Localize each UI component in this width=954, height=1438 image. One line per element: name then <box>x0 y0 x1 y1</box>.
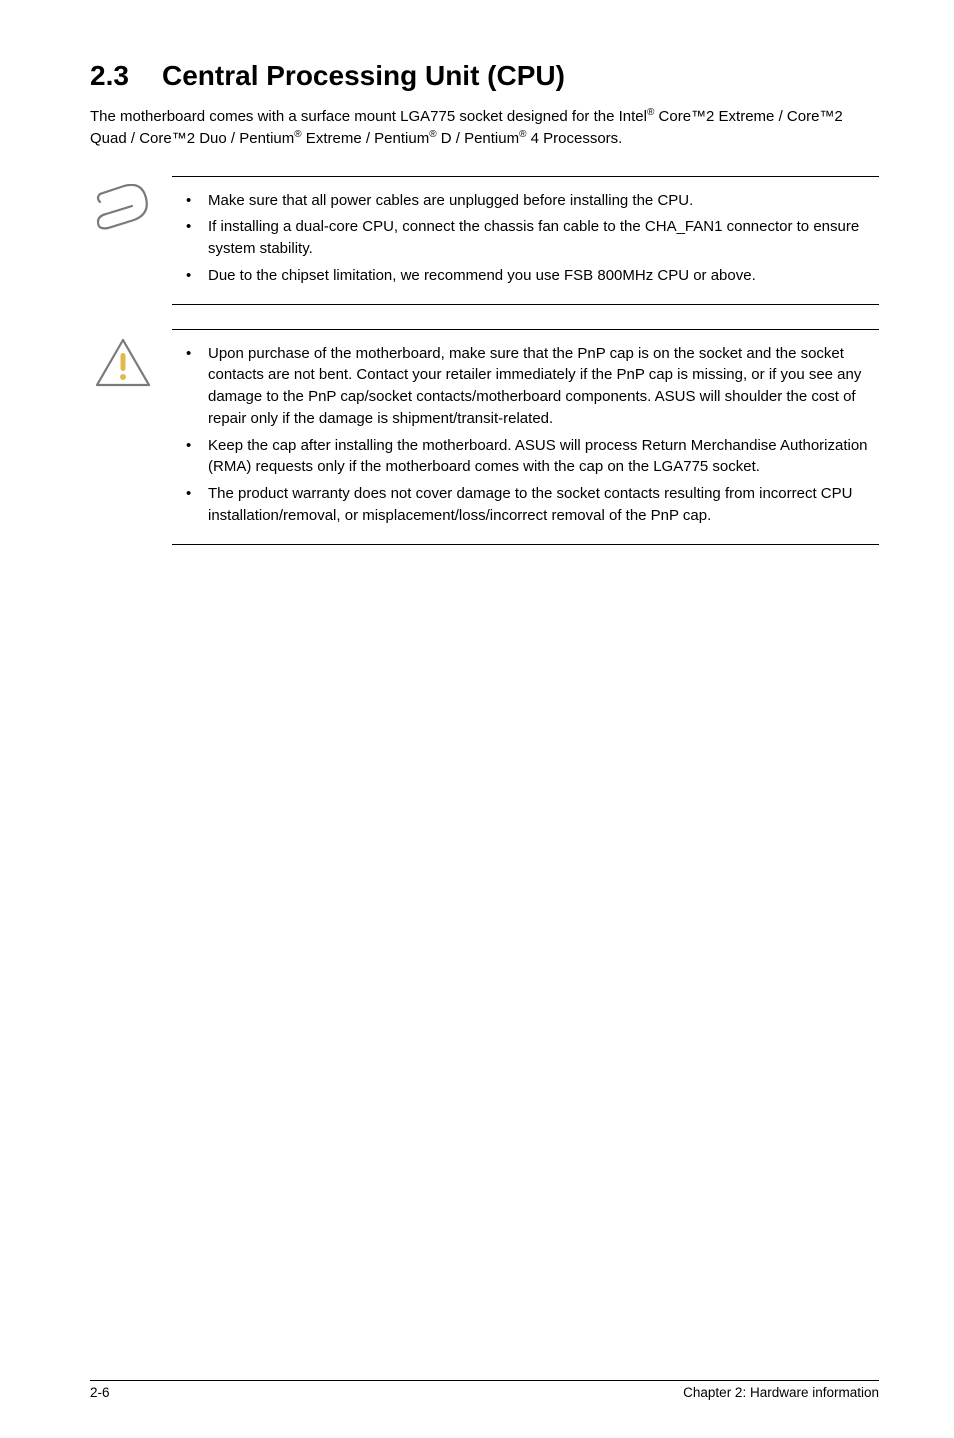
list-item: Make sure that all power cables are unpl… <box>172 190 879 212</box>
reg-mark: ® <box>429 129 436 140</box>
paperclip-icon <box>94 176 172 232</box>
section-number: 2.3 <box>90 60 162 92</box>
list-item: Upon purchase of the motherboard, make s… <box>172 343 879 430</box>
intro-text: Extreme / Pentium <box>302 130 430 147</box>
chapter-label: Chapter 2: Hardware information <box>683 1385 879 1400</box>
list-item: If installing a dual-core CPU, connect t… <box>172 216 879 260</box>
intro-text: 4 Processors. <box>526 130 622 147</box>
note-content: Make sure that all power cables are unpl… <box>172 176 879 305</box>
caution-note-box: Upon purchase of the motherboard, make s… <box>90 329 879 545</box>
page-number: 2-6 <box>90 1385 110 1400</box>
list-item: Keep the cap after installing the mother… <box>172 435 879 479</box>
intro-text: The motherboard comes with a surface mou… <box>90 108 647 125</box>
reg-mark: ® <box>294 129 301 140</box>
page-footer: 2-6 Chapter 2: Hardware information <box>90 1380 879 1400</box>
section-title: Central Processing Unit (CPU) <box>162 60 565 91</box>
section-heading: 2.3Central Processing Unit (CPU) <box>90 60 879 92</box>
info-note-box: Make sure that all power cables are unpl… <box>90 176 879 305</box>
note-content: Upon purchase of the motherboard, make s… <box>172 329 879 545</box>
intro-paragraph: The motherboard comes with a surface mou… <box>90 106 879 150</box>
list-item: Due to the chipset limitation, we recomm… <box>172 265 879 287</box>
caution-icon <box>94 329 172 389</box>
list-item: The product warranty does not cover dama… <box>172 483 879 527</box>
intro-text: D / Pentium <box>437 130 520 147</box>
